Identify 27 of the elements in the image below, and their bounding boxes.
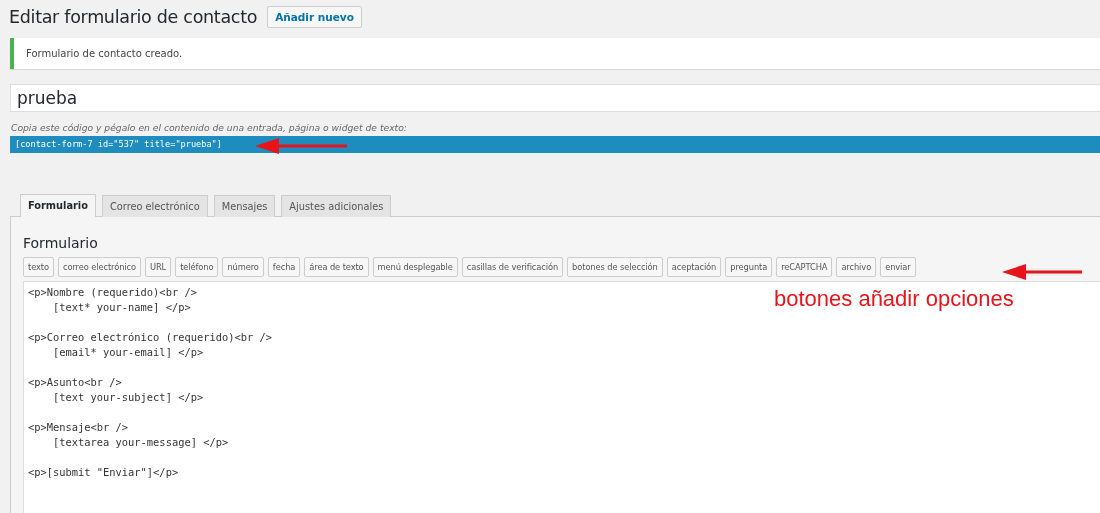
- tag-button[interactable]: enviar: [880, 257, 916, 277]
- form-title-field[interactable]: prueba: [10, 84, 1100, 112]
- tag-button[interactable]: botones de selección: [567, 257, 663, 277]
- tab[interactable]: Correo electrónico: [101, 195, 208, 217]
- tab[interactable]: Ajustes adicionales: [281, 195, 392, 217]
- tag-button[interactable]: menú desplegable: [372, 257, 458, 277]
- tab[interactable]: Mensajes: [213, 195, 276, 217]
- shortcode-hint: Copia este código y pégalo en el contenido de una entrada, página o widget de texto:: [11, 122, 408, 133]
- tab[interactable]: Formulario: [20, 194, 96, 217]
- tag-button[interactable]: archivo: [836, 257, 877, 277]
- tag-button[interactable]: pregunta: [725, 257, 773, 277]
- tag-button[interactable]: fecha: [267, 257, 301, 277]
- section-heading: Formulario: [23, 235, 99, 251]
- annotation-note: botones añadir opciones: [774, 286, 1014, 312]
- tag-button[interactable]: texto: [23, 257, 54, 277]
- add-new-button[interactable]: Añadir nuevo: [267, 6, 362, 28]
- tag-button[interactable]: URL: [144, 257, 172, 277]
- tag-button[interactable]: teléfono: [175, 257, 219, 277]
- tag-button[interactable]: reCAPTCHA: [776, 257, 833, 277]
- tag-button[interactable]: casillas de verificación: [461, 257, 564, 277]
- tag-button[interactable]: aceptación: [666, 257, 722, 277]
- page-title: Editar formulario de contacto: [9, 7, 258, 27]
- success-notice: Formulario de contacto creado.: [10, 38, 1100, 69]
- tag-button[interactable]: número: [222, 257, 264, 277]
- tag-button[interactable]: área de texto: [304, 257, 369, 277]
- tag-button[interactable]: correo electrónico: [57, 257, 141, 277]
- shortcode-field[interactable]: [contact-form-7 id="537" title="prueba"]: [10, 136, 1100, 153]
